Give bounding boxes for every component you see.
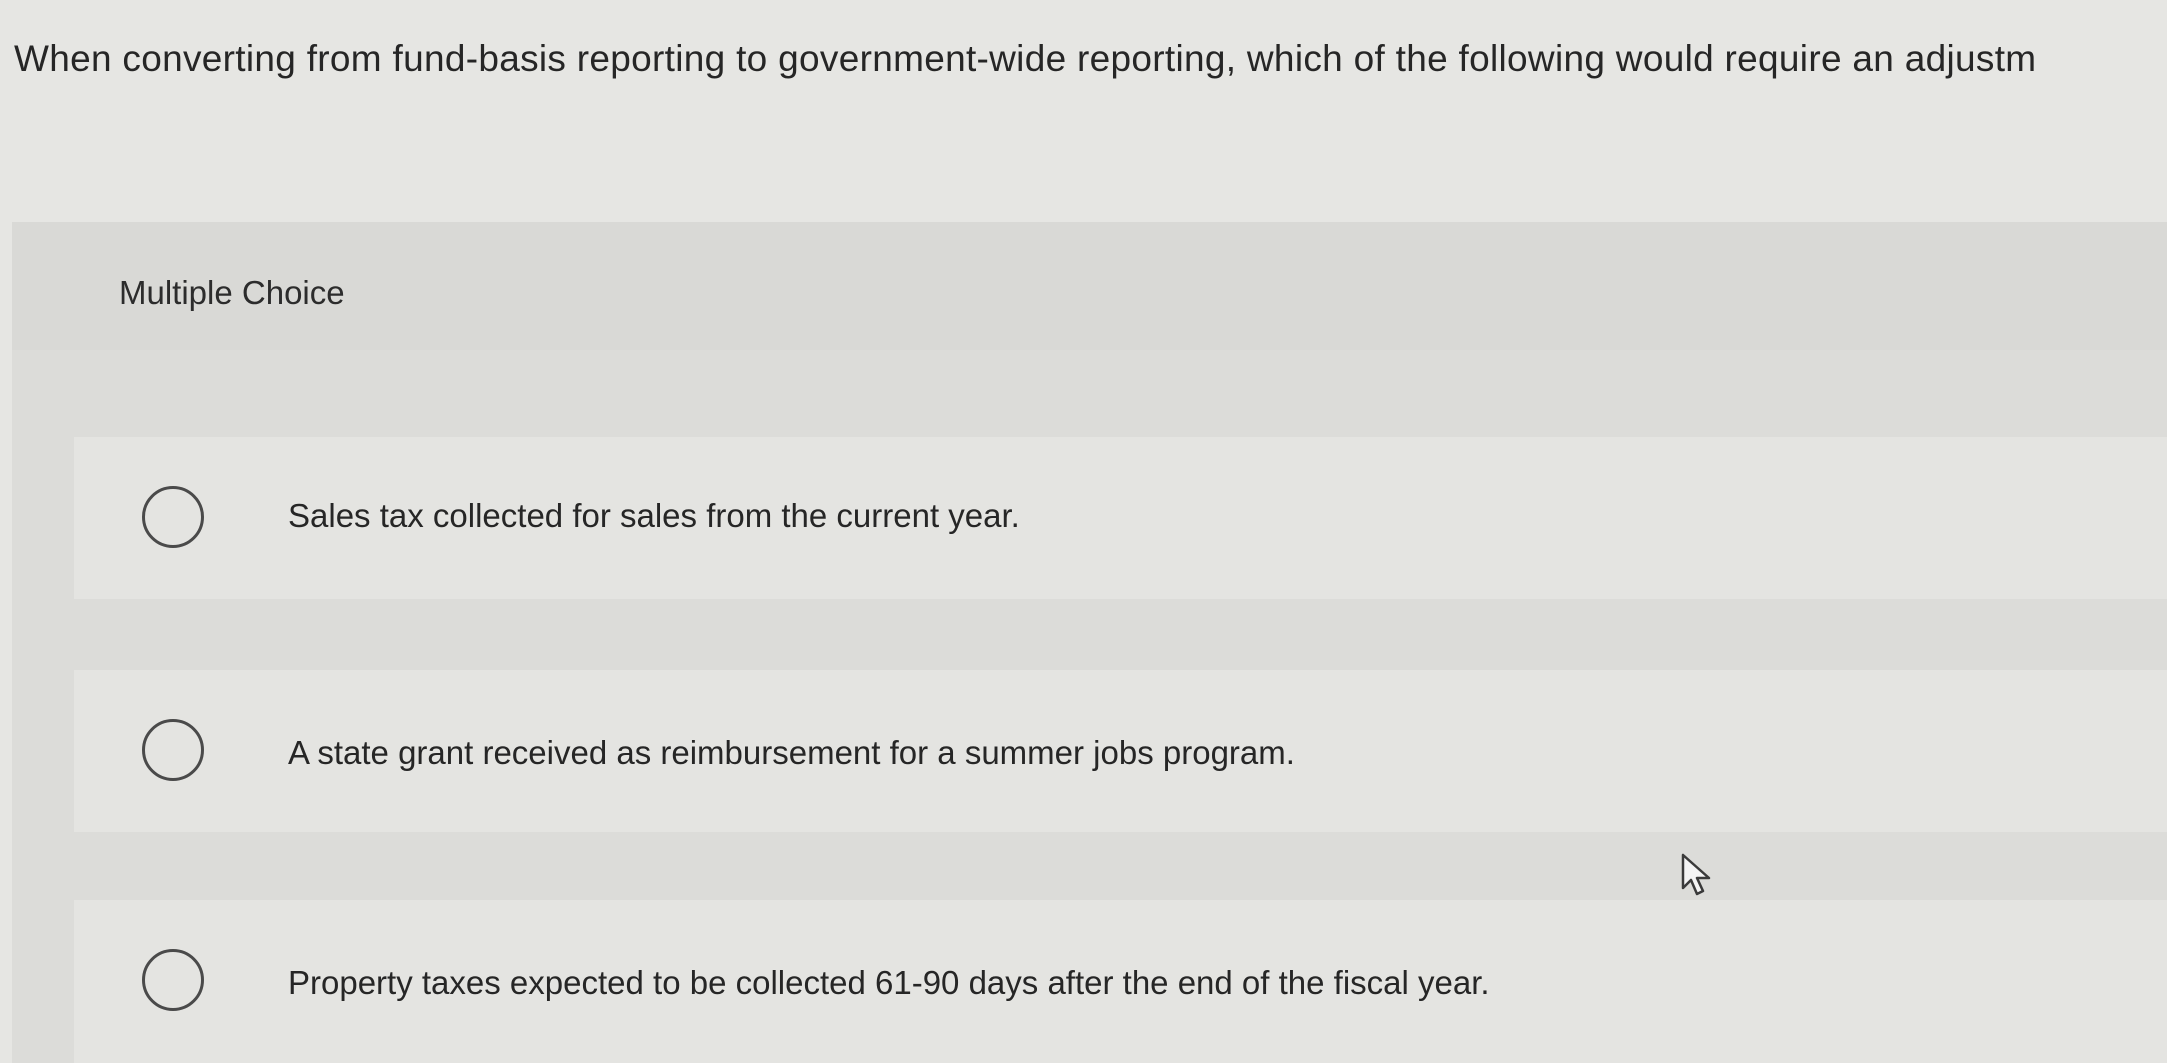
answer-option-label[interactable]: A state grant received as reimbursement … bbox=[288, 734, 1295, 772]
answer-option-label[interactable]: Property taxes expected to be collected … bbox=[288, 964, 1490, 1002]
mouse-pointer-icon bbox=[1681, 853, 1711, 896]
radio-unselected-icon[interactable] bbox=[142, 719, 204, 781]
answer-option-label[interactable]: Sales tax collected for sales from the c… bbox=[288, 497, 1020, 535]
answer-option-2[interactable]: A state grant received as reimbursement … bbox=[74, 670, 2167, 832]
radio-unselected-icon[interactable] bbox=[142, 486, 204, 548]
question-text: When converting from fund-basis reportin… bbox=[14, 38, 2037, 79]
question-type-header: Multiple Choice bbox=[12, 222, 2167, 350]
question-type-label: Multiple Choice bbox=[119, 274, 345, 311]
radio-unselected-icon[interactable] bbox=[142, 949, 204, 1011]
answer-option-3[interactable]: Property taxes expected to be collected … bbox=[74, 900, 2167, 1063]
multiple-choice-panel: Multiple Choice Sales tax collected for … bbox=[12, 222, 2167, 1063]
answer-option-1[interactable]: Sales tax collected for sales from the c… bbox=[74, 437, 2167, 599]
